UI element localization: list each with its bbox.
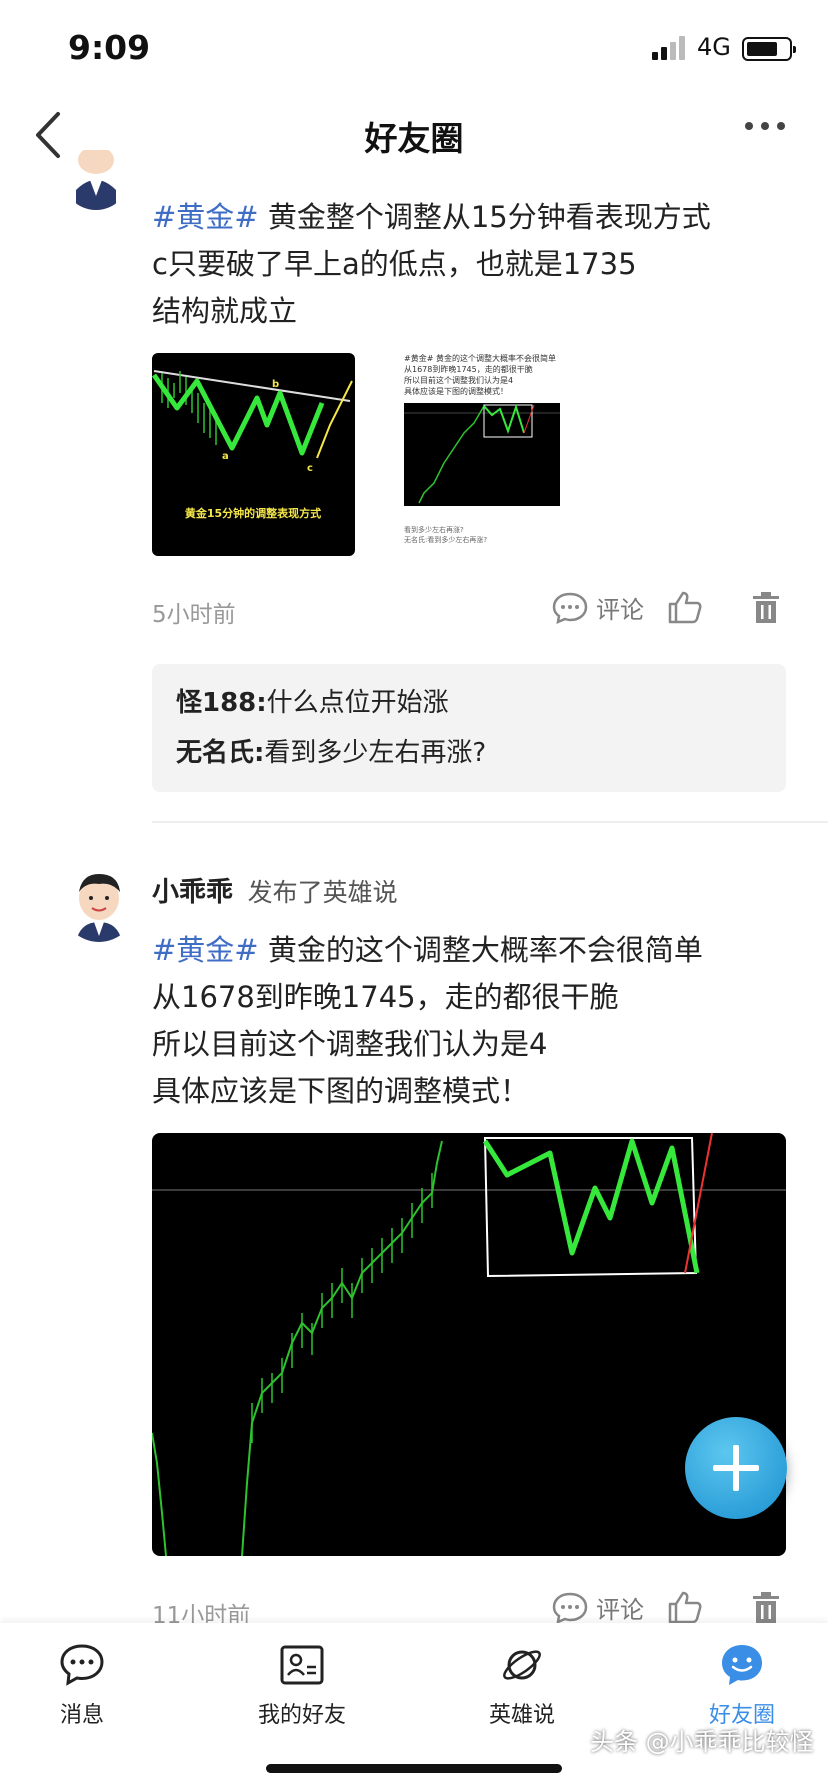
network-type: 4G <box>697 33 731 61</box>
comment-icon <box>552 1592 588 1624</box>
post-action: 发布了英雄说 <box>247 878 398 907</box>
nav-item-messages[interactable]: 消息 <box>0 1643 172 1729</box>
comment-user: 无名氏: <box>176 738 265 768</box>
nav-item-moments[interactable]: 好友圈 <box>652 1643 828 1729</box>
post-image[interactable]: #黄金# 黄金的这个调整大概率不会很简单 从1678到昨晚1745，走的都很干脆… <box>384 353 562 556</box>
divider <box>152 821 828 823</box>
post-text: #黄金# 黄金整个调整从15分钟看表现方式 c只要破了早上a的低点，也就是173… <box>152 200 711 328</box>
comment-button[interactable]: 评论 <box>552 590 644 625</box>
comment-item[interactable]: 无名氏:看到多少左右再涨? <box>176 728 486 778</box>
delete-icon[interactable] <box>752 1592 780 1624</box>
chart-label: b <box>272 379 279 390</box>
planet-icon <box>503 1650 541 1680</box>
hashtag-link[interactable]: #黄金# <box>152 200 259 234</box>
chat-bubble-icon <box>60 1644 104 1686</box>
nav-label: 我的好友 <box>257 1703 346 1728</box>
post-author: 小乖乖 发布了英雄说 <box>152 870 398 909</box>
delete-icon[interactable] <box>752 592 780 624</box>
nav-label: 消息 <box>59 1703 104 1728</box>
hashtag-link[interactable]: #黄金# <box>152 933 259 967</box>
nav-label: 英雄说 <box>488 1703 555 1728</box>
smile-bubble-icon <box>722 1645 762 1685</box>
status-time: 9:09 <box>68 28 151 67</box>
comment-item[interactable]: 怪188:什么点位开始涨 <box>176 678 486 728</box>
home-indicator[interactable] <box>266 1764 562 1773</box>
nav-item-friends[interactable]: 我的好友 <box>212 1643 392 1729</box>
comment-user: 怪188: <box>176 688 267 718</box>
chart-label: a <box>222 451 229 462</box>
contact-card-icon <box>280 1645 324 1685</box>
nav-item-heroes[interactable]: 英雄说 <box>432 1643 612 1729</box>
comment-text: 看到多少左右再涨? <box>264 738 487 768</box>
add-post-button[interactable] <box>685 1417 787 1519</box>
comment-text: 什么点位开始涨 <box>266 688 449 718</box>
post-image[interactable]: a b c 黄金15分钟的调整表现方式 <box>152 353 355 556</box>
watermark: 头条 @小乖乖比较怪 <box>590 1728 814 1756</box>
plus-icon <box>713 1445 759 1491</box>
avatar[interactable] <box>62 150 130 210</box>
comment-button[interactable]: 评论 <box>552 1590 644 1625</box>
signal-icon <box>652 36 685 60</box>
comment-icon <box>552 592 588 624</box>
username[interactable]: 小乖乖 <box>152 877 233 908</box>
like-icon[interactable] <box>667 590 703 624</box>
post-text: #黄金# 黄金的这个调整大概率不会很简单 从1678到昨晚1745，走的都很干脆… <box>152 933 703 1108</box>
comment-label: 评论 <box>596 596 644 624</box>
avatar[interactable] <box>62 868 136 942</box>
comment-label: 评论 <box>596 1596 644 1624</box>
like-icon[interactable] <box>667 1590 703 1624</box>
more-options-icon[interactable] <box>745 112 795 142</box>
comment-box: 怪188:什么点位开始涨 无名氏:看到多少左右再涨? <box>152 664 786 792</box>
post-time: 5小时前 <box>152 602 236 628</box>
battery-icon <box>742 37 796 61</box>
image-caption: 黄金15分钟的调整表现方式 <box>185 506 321 520</box>
chart-label: c <box>307 463 313 474</box>
